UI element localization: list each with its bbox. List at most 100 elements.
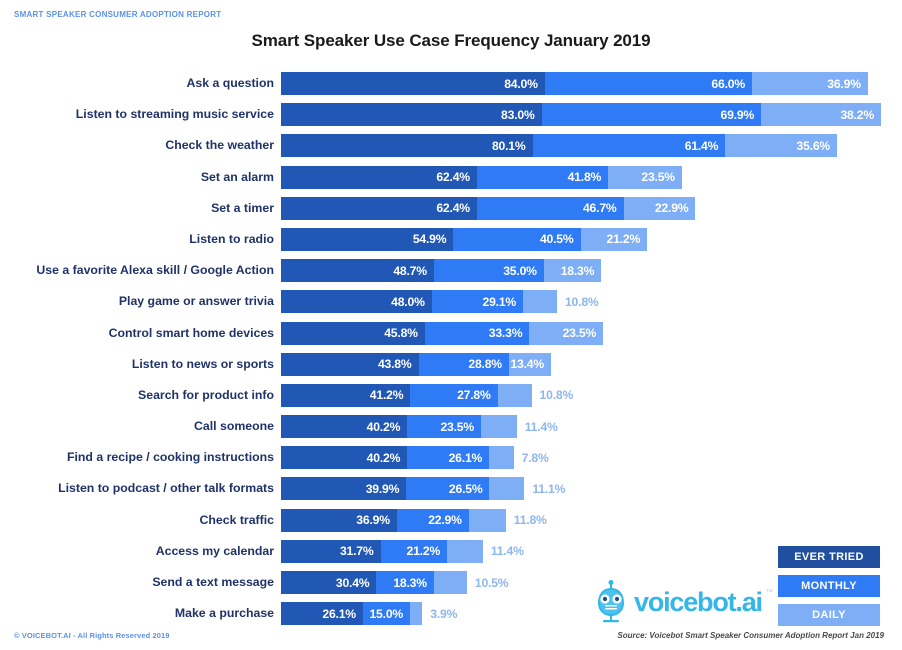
stacked-bar[interactable]: 62.4% 41.8% 23.5% bbox=[281, 165, 682, 189]
segment-daily[interactable]: 3.9% bbox=[410, 602, 457, 626]
segment-ever-tried[interactable]: 83.0% bbox=[281, 103, 542, 127]
segment-monthly[interactable]: 66.0% bbox=[544, 72, 752, 95]
stacked-bar-chart: Ask a question 84.0% 66.0% 36.9% Listen to s… bbox=[0, 68, 902, 628]
stacked-bar[interactable]: 26.1% 15.0% 3.9% bbox=[281, 602, 457, 626]
segment-ever-tried[interactable]: 48.7% bbox=[281, 259, 434, 283]
segment-ever-tried[interactable]: 30.4% bbox=[281, 571, 377, 594]
segment-monthly[interactable]: 26.5% bbox=[406, 477, 490, 501]
segment-value-label: 18.3% bbox=[393, 575, 427, 590]
segment-daily[interactable]: 38.2% bbox=[761, 103, 882, 127]
category-label: Find a recipe / cooking instructions bbox=[66, 450, 274, 465]
segment-monthly[interactable]: 26.1% bbox=[407, 446, 490, 470]
segment-daily[interactable]: 23.5% bbox=[529, 321, 604, 345]
segment-monthly[interactable]: 23.5% bbox=[407, 415, 481, 439]
segment-value-label: 36.9% bbox=[827, 76, 861, 91]
stacked-bar[interactable]: 54.9% 40.5% 21.2% bbox=[281, 227, 648, 251]
segment-monthly[interactable]: 29.1% bbox=[431, 290, 524, 314]
segment-daily[interactable]: 10.5% bbox=[433, 571, 509, 594]
segment-monthly[interactable]: 61.4% bbox=[532, 134, 726, 158]
segment-monthly[interactable]: 15.0% bbox=[362, 602, 411, 626]
category-label: Access my calendar bbox=[155, 543, 274, 558]
stacked-bar[interactable]: 80.1% 61.4% 35.6% bbox=[281, 134, 838, 158]
segment-ever-tried[interactable]: 40.2% bbox=[281, 446, 408, 470]
stacked-bar[interactable]: 45.8% 33.3% 23.5% bbox=[281, 321, 604, 345]
segment-ever-tried[interactable]: 45.8% bbox=[281, 321, 425, 345]
stacked-bar[interactable]: 84.0% 66.0% 36.9% bbox=[281, 72, 868, 95]
stacked-bar[interactable]: 43.8% 28.8% 13.4% bbox=[281, 352, 552, 376]
chart-row: Check traffic 36.9% 22.9% 11.8% bbox=[0, 505, 902, 536]
segment-ever-tried[interactable]: 40.2% bbox=[281, 415, 408, 439]
stacked-bar[interactable]: 62.4% 46.7% 22.9% bbox=[281, 196, 696, 220]
chart-row: Use a favorite Alexa skill / Google Acti… bbox=[0, 255, 902, 286]
stacked-bar[interactable]: 40.2% 23.5% 11.4% bbox=[281, 415, 558, 439]
segment-value-label: 39.9% bbox=[365, 481, 400, 496]
segment-value-label: 54.9% bbox=[412, 232, 447, 247]
legend-item-daily[interactable]: DAILY bbox=[778, 604, 880, 626]
segment-ever-tried[interactable]: 54.9% bbox=[281, 227, 454, 251]
stacked-bar[interactable]: 83.0% 69.9% 38.2% bbox=[281, 103, 882, 127]
stacked-bar[interactable]: 36.9% 22.9% 11.8% bbox=[281, 508, 547, 532]
segment-monthly[interactable]: 35.0% bbox=[433, 259, 544, 283]
segment-ever-tried[interactable]: 41.2% bbox=[281, 383, 411, 407]
segment-daily[interactable]: 11.1% bbox=[489, 477, 565, 501]
segment-value-label: 40.5% bbox=[539, 232, 574, 247]
segment-ever-tried[interactable]: 26.1% bbox=[281, 602, 363, 626]
segment-ever-tried[interactable]: 48.0% bbox=[281, 290, 432, 314]
segment-monthly[interactable]: 41.8% bbox=[476, 165, 609, 189]
chart-title: Smart Speaker Use Case Frequency January… bbox=[251, 31, 651, 50]
segment-monthly[interactable]: 40.5% bbox=[453, 227, 581, 251]
segment-daily[interactable]: 21.2% bbox=[580, 227, 648, 251]
segment-value-label: 10.8% bbox=[539, 388, 574, 403]
segment-value-label: 84.0% bbox=[504, 76, 538, 91]
segment-daily[interactable]: 13.4% bbox=[508, 352, 552, 376]
legend-item-monthly[interactable]: MONTHLY bbox=[778, 575, 880, 597]
stacked-bar[interactable]: 48.7% 35.0% 18.3% bbox=[281, 259, 602, 283]
segment-daily[interactable]: 18.3% bbox=[543, 259, 602, 283]
segment-monthly[interactable]: 46.7% bbox=[476, 196, 624, 220]
legend-item-ever-tried[interactable]: EVER TRIED bbox=[778, 546, 880, 568]
segment-value-label: 80.1% bbox=[491, 138, 526, 153]
segment-monthly[interactable]: 27.8% bbox=[410, 383, 498, 407]
chart-row: Set an alarm 62.4% 41.8% 23.5% bbox=[0, 162, 902, 193]
segment-value-label: 13.4% bbox=[510, 357, 545, 372]
stacked-bar[interactable]: 30.4% 18.3% 10.5% bbox=[281, 571, 509, 594]
segment-value-label: 48.7% bbox=[393, 263, 427, 278]
segment-monthly[interactable]: 28.8% bbox=[418, 352, 509, 376]
segment-daily[interactable]: 35.6% bbox=[725, 134, 838, 158]
segment-ever-tried[interactable]: 62.4% bbox=[281, 196, 477, 220]
stacked-bar[interactable]: 41.2% 27.8% 10.8% bbox=[281, 383, 573, 407]
segment-daily[interactable]: 11.4% bbox=[481, 415, 558, 439]
segment-monthly[interactable]: 21.2% bbox=[380, 539, 448, 563]
segment-monthly[interactable]: 18.3% bbox=[376, 571, 434, 594]
chart-row: Find a recipe / cooking instructions 40.2… bbox=[0, 442, 902, 473]
segment-ever-tried[interactable]: 31.7% bbox=[281, 539, 381, 563]
segment-value-label: 23.5% bbox=[562, 326, 597, 340]
segment-value-label: 27.8% bbox=[457, 388, 491, 403]
segment-value-label: 28.8% bbox=[468, 357, 502, 372]
stacked-bar[interactable]: 31.7% 21.2% 11.4% bbox=[281, 539, 524, 563]
segment-daily[interactable]: 7.8% bbox=[489, 446, 549, 470]
segment-ever-tried[interactable]: 84.0% bbox=[281, 72, 545, 95]
segment-daily[interactable]: 10.8% bbox=[523, 290, 599, 314]
segment-daily[interactable]: 36.9% bbox=[751, 72, 868, 95]
segment-daily[interactable]: 11.8% bbox=[468, 508, 547, 532]
segment-ever-tried[interactable]: 43.8% bbox=[281, 352, 419, 376]
stacked-bar[interactable]: 39.9% 26.5% 11.1% bbox=[281, 477, 565, 501]
stacked-bar[interactable]: 48.0% 29.1% 10.8% bbox=[281, 290, 599, 314]
segment-monthly[interactable]: 69.9% bbox=[541, 103, 762, 127]
segment-ever-tried[interactable]: 80.1% bbox=[281, 134, 533, 158]
source-note: Source: Voicebot Smart Speaker Consumer … bbox=[617, 631, 884, 640]
segment-monthly[interactable]: 33.3% bbox=[424, 321, 530, 345]
segment-value-label: 46.7% bbox=[582, 201, 617, 216]
segment-ever-tried[interactable]: 62.4% bbox=[281, 165, 477, 189]
segment-ever-tried[interactable]: 39.9% bbox=[281, 477, 407, 501]
segment-ever-tried[interactable]: 36.9% bbox=[281, 508, 397, 532]
segment-value-label: 26.5% bbox=[448, 481, 483, 496]
category-label: Check the weather bbox=[165, 138, 274, 153]
segment-daily[interactable]: 10.8% bbox=[497, 383, 573, 407]
segment-monthly[interactable]: 22.9% bbox=[396, 508, 469, 532]
segment-daily[interactable]: 23.5% bbox=[608, 165, 682, 189]
stacked-bar[interactable]: 40.2% 26.1% 7.8% bbox=[281, 446, 549, 470]
segment-daily[interactable]: 22.9% bbox=[623, 196, 696, 220]
segment-daily[interactable]: 11.4% bbox=[447, 539, 524, 563]
